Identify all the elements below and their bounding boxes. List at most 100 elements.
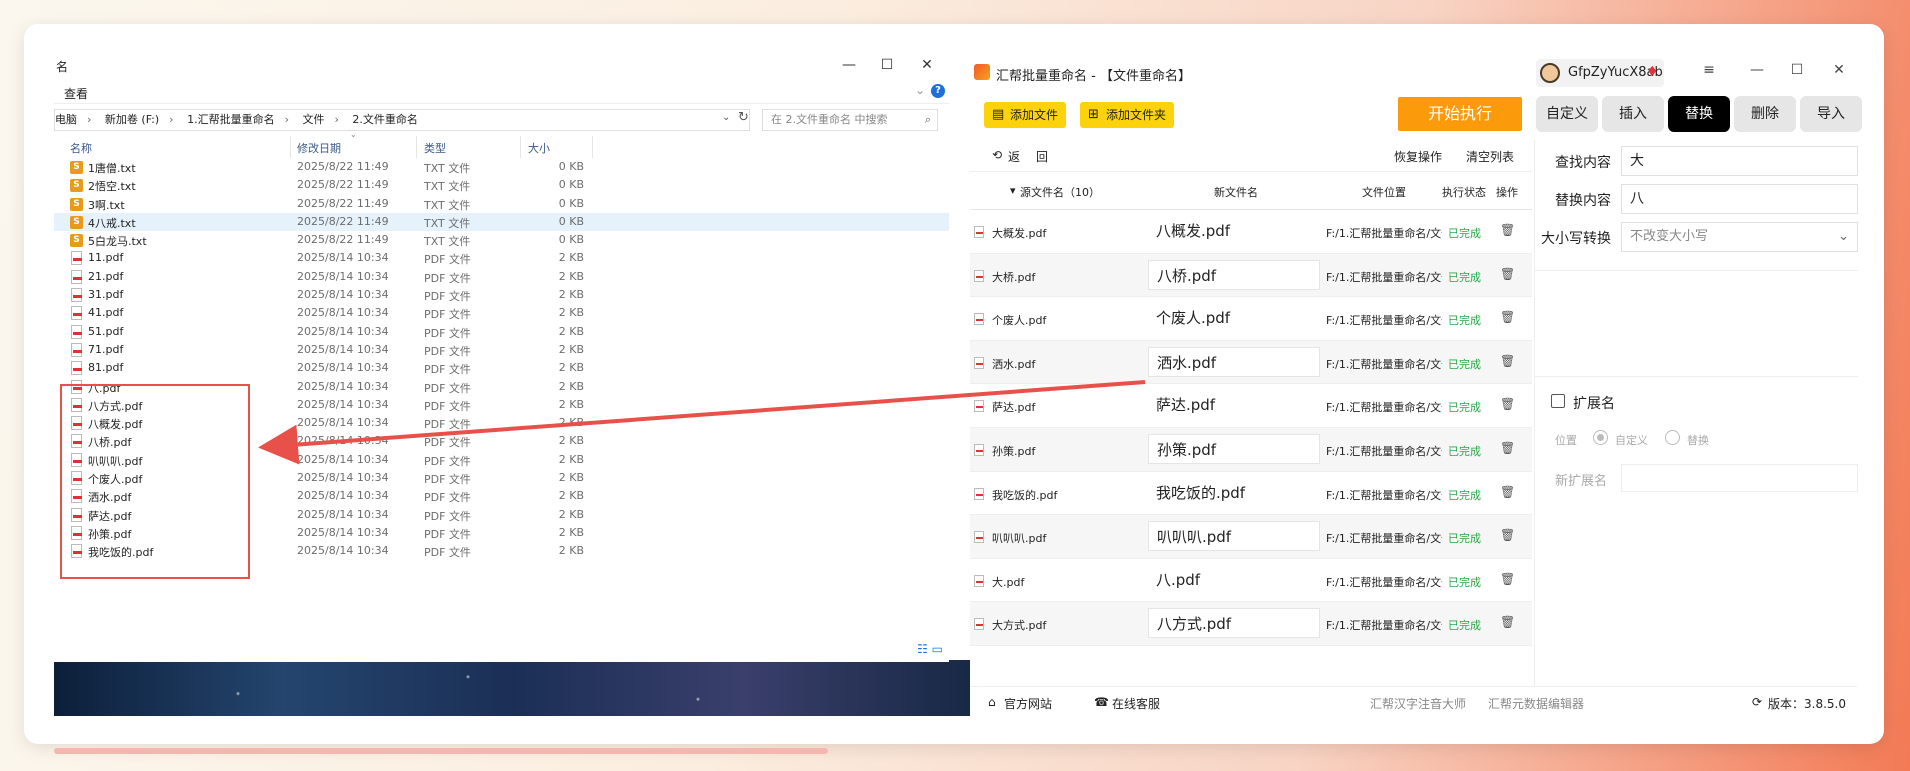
update-icon[interactable]: ⟳	[1752, 695, 1762, 709]
breadcrumb-item[interactable]: 1.汇帮批量重命名	[187, 113, 275, 126]
new-name-field[interactable]: 叭叭叭.pdf	[1148, 521, 1320, 552]
new-name-field[interactable]: 八方式.pdf	[1148, 608, 1320, 639]
column-size[interactable]: 大小	[528, 140, 550, 156]
table-row[interactable]: 大概发.pdf 八概发.pdf F:/1.汇帮批量重命名/文件 已完成 🗑	[970, 210, 1532, 254]
table-row[interactable]: 孙策.pdf 孙策.pdf F:/1.汇帮批量重命名/文件 已完成 🗑	[970, 427, 1532, 472]
find-input[interactable]: 大	[1621, 146, 1858, 176]
table-row[interactable]: 叭叭叭.pdf 叭叭叭.pdf F:/1.汇帮批量重命名/文件 已完成 🗑	[970, 515, 1532, 559]
breadcrumb-item[interactable]: 新加卷 (F:)	[105, 113, 159, 126]
file-list-row[interactable]: S 2悟空.txt 2025/8/22 11:49 TXT 文件 0 KB	[54, 176, 949, 194]
file-list-row[interactable]: S 5白龙马.txt 2025/8/22 11:49 TXT 文件 0 KB	[54, 231, 949, 249]
column-divider[interactable]	[416, 136, 417, 158]
close-icon[interactable]: ✕	[912, 54, 942, 76]
new-extension-input[interactable]	[1621, 464, 1858, 492]
new-name-field[interactable]: 我吃饭的.pdf	[1148, 477, 1320, 508]
metadata-tool-link[interactable]: 汇帮元数据编辑器	[1488, 695, 1584, 712]
refresh-icon[interactable]: ↻	[738, 110, 749, 125]
file-list-row[interactable]: S 1唐僧.txt 2025/8/22 11:49 TXT 文件 0 KB	[54, 158, 949, 176]
menu-icon[interactable]: ≡	[1696, 62, 1722, 78]
file-list-row[interactable]: 71.pdf 2025/8/14 10:34 PDF 文件 2 KB	[54, 341, 949, 359]
new-name-field[interactable]: 孙策.pdf	[1148, 433, 1320, 464]
column-divider[interactable]	[290, 136, 291, 158]
clear-list-button[interactable]: 清空列表	[1466, 148, 1514, 165]
user-badge[interactable]: GfpZyYucX8ab ♦	[1536, 59, 1664, 87]
tab-custom[interactable]: 自定义	[1536, 96, 1598, 132]
minimize-icon[interactable]: —	[1744, 62, 1770, 78]
tab-delete[interactable]: 删除	[1734, 96, 1796, 132]
table-row[interactable]: 大方式.pdf 八方式.pdf F:/1.汇帮批量重命名/文件 已完成 🗑	[970, 602, 1532, 646]
delete-icon[interactable]: 🗑	[1500, 485, 1515, 499]
file-list-row[interactable]: S 4八戒.txt 2025/8/22 11:49 TXT 文件 0 KB	[54, 212, 949, 232]
app-title: 汇帮批量重命名 - 【文件重命名】	[996, 69, 1191, 84]
delete-icon[interactable]: 🗑	[1500, 572, 1515, 586]
radio-replace[interactable]	[1665, 430, 1680, 445]
pinyin-tool-link[interactable]: 汇帮汉字注音大师	[1370, 695, 1466, 712]
tab-replace[interactable]: 替换	[1668, 96, 1730, 132]
delete-icon[interactable]: 🗑	[1500, 441, 1515, 455]
delete-icon[interactable]: 🗑	[1500, 310, 1515, 324]
table-row[interactable]: 我吃饭的.pdf 我吃饭的.pdf F:/1.汇帮批量重命名/文件 已完成 🗑	[970, 472, 1532, 516]
redo-button[interactable]: 回	[1036, 148, 1048, 165]
breadcrumb[interactable]: 电脑 › 新加卷 (F:) › 1.汇帮批量重命名 › 文件 › 2.文件重命名	[54, 109, 750, 131]
column-name[interactable]: 名称	[70, 140, 92, 156]
column-date[interactable]: 修改日期	[297, 140, 341, 156]
extension-checkbox[interactable]	[1551, 394, 1565, 408]
file-list-row[interactable]: 21.pdf 2025/8/14 10:34 PDF 文件 2 KB	[54, 268, 949, 286]
undo-button[interactable]: 返	[1008, 148, 1020, 165]
case-select[interactable]: 不改变大小写 ⌄	[1621, 222, 1858, 252]
add-folder-button[interactable]: ⊞ 添加文件夹	[1080, 102, 1175, 128]
header-source-name[interactable]: 源文件名（10）	[1020, 184, 1100, 200]
restore-button[interactable]: 恢复操作	[1394, 148, 1442, 165]
column-divider[interactable]	[592, 136, 593, 158]
delete-icon[interactable]: 🗑	[1500, 397, 1515, 411]
delete-icon[interactable]: 🗑	[1500, 354, 1515, 368]
file-date: 2025/8/14 10:34	[297, 434, 389, 448]
file-list-row[interactable]: 41.pdf 2025/8/14 10:34 PDF 文件 2 KB	[54, 304, 949, 322]
delete-icon[interactable]: 🗑	[1500, 223, 1515, 237]
new-name-field[interactable]: 洒水.pdf	[1148, 346, 1320, 377]
new-name-field[interactable]: 萨达.pdf	[1148, 390, 1320, 421]
new-name-field[interactable]: 八.pdf	[1148, 564, 1320, 595]
replace-input[interactable]: 八	[1621, 184, 1858, 214]
radio-custom[interactable]	[1593, 430, 1608, 445]
file-list-row[interactable]: 51.pdf 2025/8/14 10:34 PDF 文件 2 KB	[54, 323, 949, 341]
file-list-row[interactable]: 11.pdf 2025/8/14 10:34 PDF 文件 2 KB	[54, 249, 949, 267]
breadcrumb-item[interactable]: 电脑	[55, 113, 77, 126]
search-input[interactable]: 在 2.文件重命名 中搜索 ⌕	[762, 109, 938, 131]
minimize-icon[interactable]: —	[834, 54, 864, 76]
column-type[interactable]: 类型	[424, 140, 446, 156]
chevron-down-icon[interactable]: ⌄	[915, 83, 925, 97]
delete-icon[interactable]: 🗑	[1500, 267, 1515, 281]
table-row[interactable]: 大桥.pdf 八桥.pdf F:/1.汇帮批量重命名/文件 已完成 🗑	[970, 253, 1532, 298]
breadcrumb-item[interactable]: 2.文件重命名	[352, 113, 418, 126]
status-badge: 已完成	[1448, 575, 1481, 589]
breadcrumb-item[interactable]: 文件	[302, 113, 324, 126]
start-button[interactable]: 开始执行	[1398, 97, 1522, 131]
file-list-row[interactable]: 81.pdf 2025/8/14 10:34 PDF 文件 2 KB	[54, 359, 949, 377]
new-name-field[interactable]: 八概发.pdf	[1148, 216, 1320, 246]
official-website-link[interactable]: 官方网站	[1004, 695, 1052, 712]
undo-icon[interactable]: ⟲	[992, 148, 1002, 162]
delete-icon[interactable]: 🗑	[1500, 528, 1515, 542]
tab-insert[interactable]: 插入	[1602, 96, 1664, 132]
delete-icon[interactable]: 🗑	[1500, 615, 1515, 629]
menu-view[interactable]: 查看	[64, 85, 88, 102]
file-list-row[interactable]: S 3啊.txt 2025/8/22 11:49 TXT 文件 0 KB	[54, 195, 949, 213]
new-name-field[interactable]: 个废人.pdf	[1148, 303, 1320, 334]
maximize-icon[interactable]: ☐	[1784, 62, 1810, 78]
new-name-field[interactable]: 八桥.pdf	[1148, 259, 1320, 290]
table-row[interactable]: 个废人.pdf 个废人.pdf F:/1.汇帮批量重命名/文件 已完成 🗑	[970, 297, 1532, 341]
help-icon[interactable]: ?	[931, 84, 945, 98]
online-support-link[interactable]: 在线客服	[1112, 695, 1160, 712]
address-dropdown-icon[interactable]: ⌄	[722, 112, 730, 123]
table-row[interactable]: 萨达.pdf 萨达.pdf F:/1.汇帮批量重命名/文件 已完成 🗑	[970, 384, 1532, 428]
add-file-button[interactable]: ▤ 添加文件	[984, 102, 1067, 128]
table-row[interactable]: 洒水.pdf 洒水.pdf F:/1.汇帮批量重命名/文件 已完成 🗑	[970, 340, 1532, 385]
table-row[interactable]: 大.pdf 八.pdf F:/1.汇帮批量重命名/文件 已完成 🗑	[970, 559, 1532, 603]
column-divider[interactable]	[520, 136, 521, 158]
tab-import[interactable]: 导入	[1800, 96, 1862, 132]
file-list-row[interactable]: 31.pdf 2025/8/14 10:34 PDF 文件 2 KB	[54, 286, 949, 304]
view-mode-icons[interactable]: ☷ ▭	[917, 642, 943, 656]
maximize-icon[interactable]: ☐	[872, 54, 902, 76]
close-icon[interactable]: ✕	[1826, 62, 1852, 78]
